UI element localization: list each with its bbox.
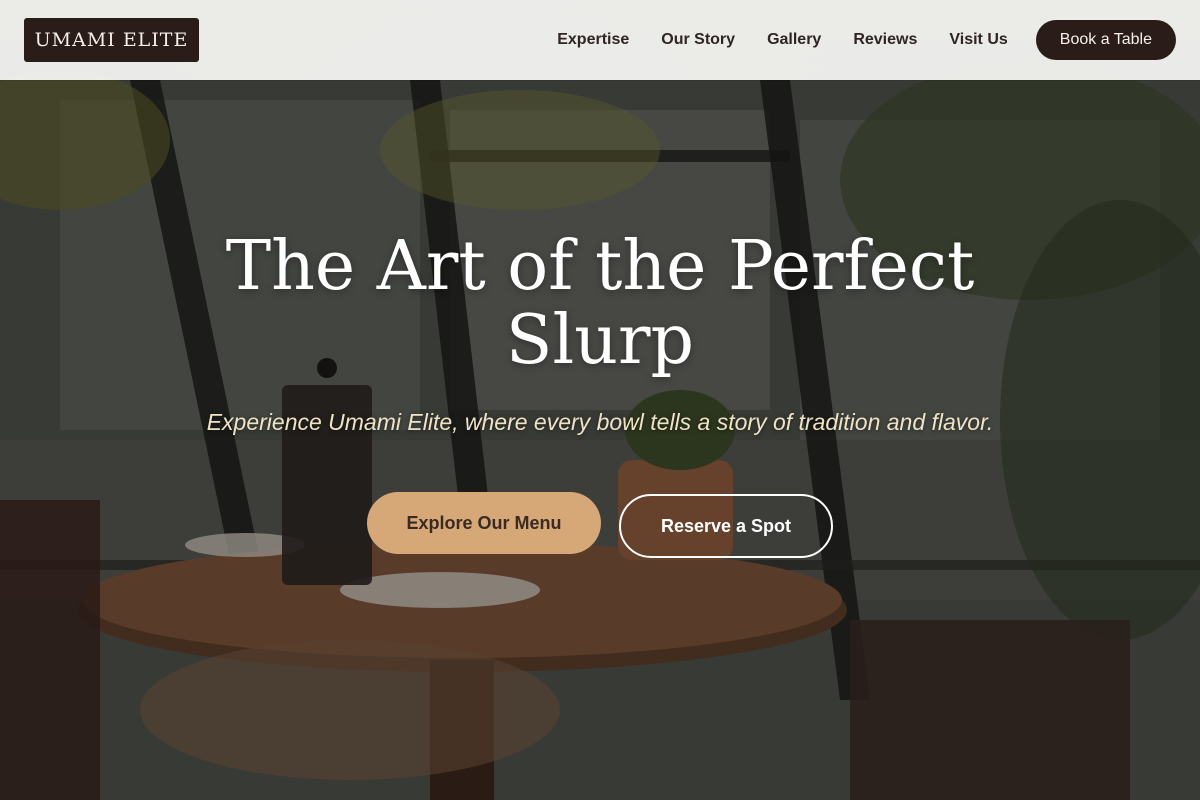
nav-link-visit-us[interactable]: Visit Us [949,31,1007,49]
site-header: UMAMI ELITE Expertise Our Story Gallery … [0,0,1200,80]
hero-subtitle: Experience Umami Elite, where every bowl… [206,409,994,435]
nav-link-gallery[interactable]: Gallery [767,31,821,49]
hero-actions: Explore Our Menu Reserve a Spot [0,492,1200,558]
hero-title: The Art of the Perfect Slurp [225,227,975,380]
nav-link-expertise[interactable]: Expertise [557,31,629,49]
hero-content: The Art of the Perfect Slurp Experience … [0,230,1200,558]
brand-logo[interactable]: UMAMI ELITE [24,18,199,62]
book-table-button[interactable]: Book a Table [1035,20,1176,60]
explore-menu-button[interactable]: Explore Our Menu [367,492,601,554]
nav-link-our-story[interactable]: Our Story [661,31,735,49]
nav-link-reviews[interactable]: Reviews [853,31,917,49]
main-nav: Expertise Our Story Gallery Reviews Visi… [557,20,1176,60]
reserve-spot-button[interactable]: Reserve a Spot [619,494,833,558]
